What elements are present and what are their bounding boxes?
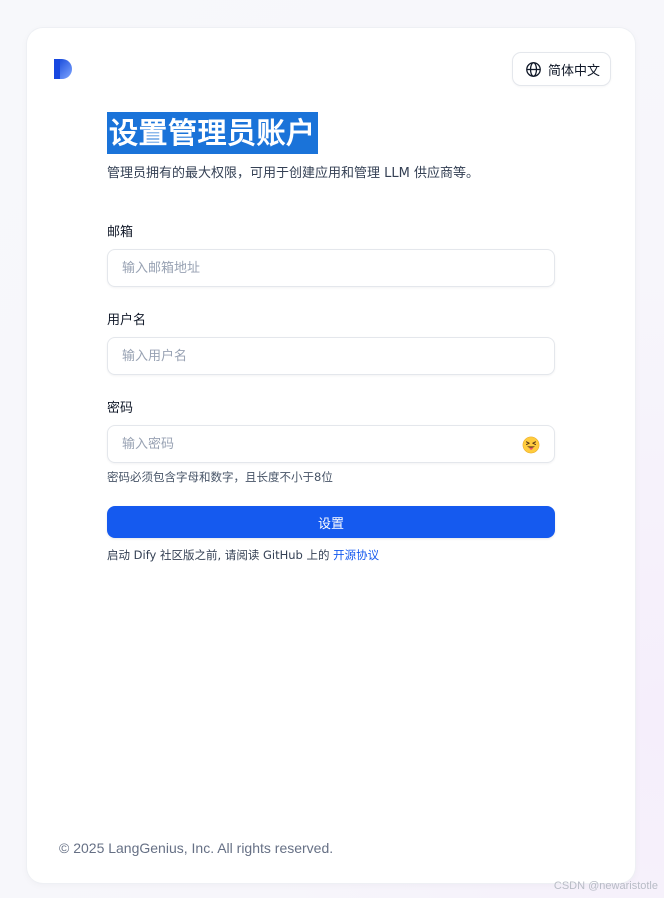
password-input-wrapper xyxy=(107,425,555,463)
email-input[interactable] xyxy=(108,250,554,286)
language-selector-button[interactable]: 简体中文 xyxy=(511,52,611,86)
globe-icon xyxy=(526,61,541,77)
password-input[interactable] xyxy=(108,426,554,462)
open-source-license-link[interactable]: 开源协议 xyxy=(333,548,379,562)
setup-card: 简体中文 设置管理员账户 管理员拥有的最大权限，可用于创建应用和管理 LLM 供… xyxy=(27,28,635,883)
email-label: 邮箱 xyxy=(107,225,134,240)
license-notice-text: 启动 Dify 社区版之前, 请阅读 GitHub 上的 xyxy=(107,548,334,562)
username-input-wrapper xyxy=(107,337,555,375)
setup-submit-button[interactable]: 设置 xyxy=(107,506,555,538)
password-group: 密码 密码必须包含字母和数字，且长度不小于8位 xyxy=(107,397,555,485)
dify-logo-icon xyxy=(54,59,72,79)
license-notice: 启动 Dify 社区版之前, 请阅读 GitHub 上的 开源协议 xyxy=(107,547,555,563)
email-input-wrapper xyxy=(107,249,555,287)
password-hint: 密码必须包含字母和数字，且长度不小于8位 xyxy=(107,470,333,484)
page-title: 设置管理员账户 xyxy=(107,112,318,154)
password-label: 密码 xyxy=(107,401,134,416)
language-label: 简体中文 xyxy=(547,63,600,79)
footer-copyright: © 2025 LangGenius, Inc. All rights reser… xyxy=(59,840,334,856)
admin-setup-form: 设置管理员账户 管理员拥有的最大权限，可用于创建应用和管理 LLM 供应商等。 … xyxy=(107,112,555,563)
username-label: 用户名 xyxy=(107,313,147,328)
watermark: CSDN @newaristotle xyxy=(553,880,658,892)
username-input[interactable] xyxy=(108,338,554,374)
username-group: 用户名 xyxy=(107,309,555,375)
emoji-face-icon[interactable] xyxy=(522,436,540,454)
email-group: 邮箱 xyxy=(107,221,555,287)
page-subtitle: 管理员拥有的最大权限，可用于创建应用和管理 LLM 供应商等。 xyxy=(107,166,479,181)
